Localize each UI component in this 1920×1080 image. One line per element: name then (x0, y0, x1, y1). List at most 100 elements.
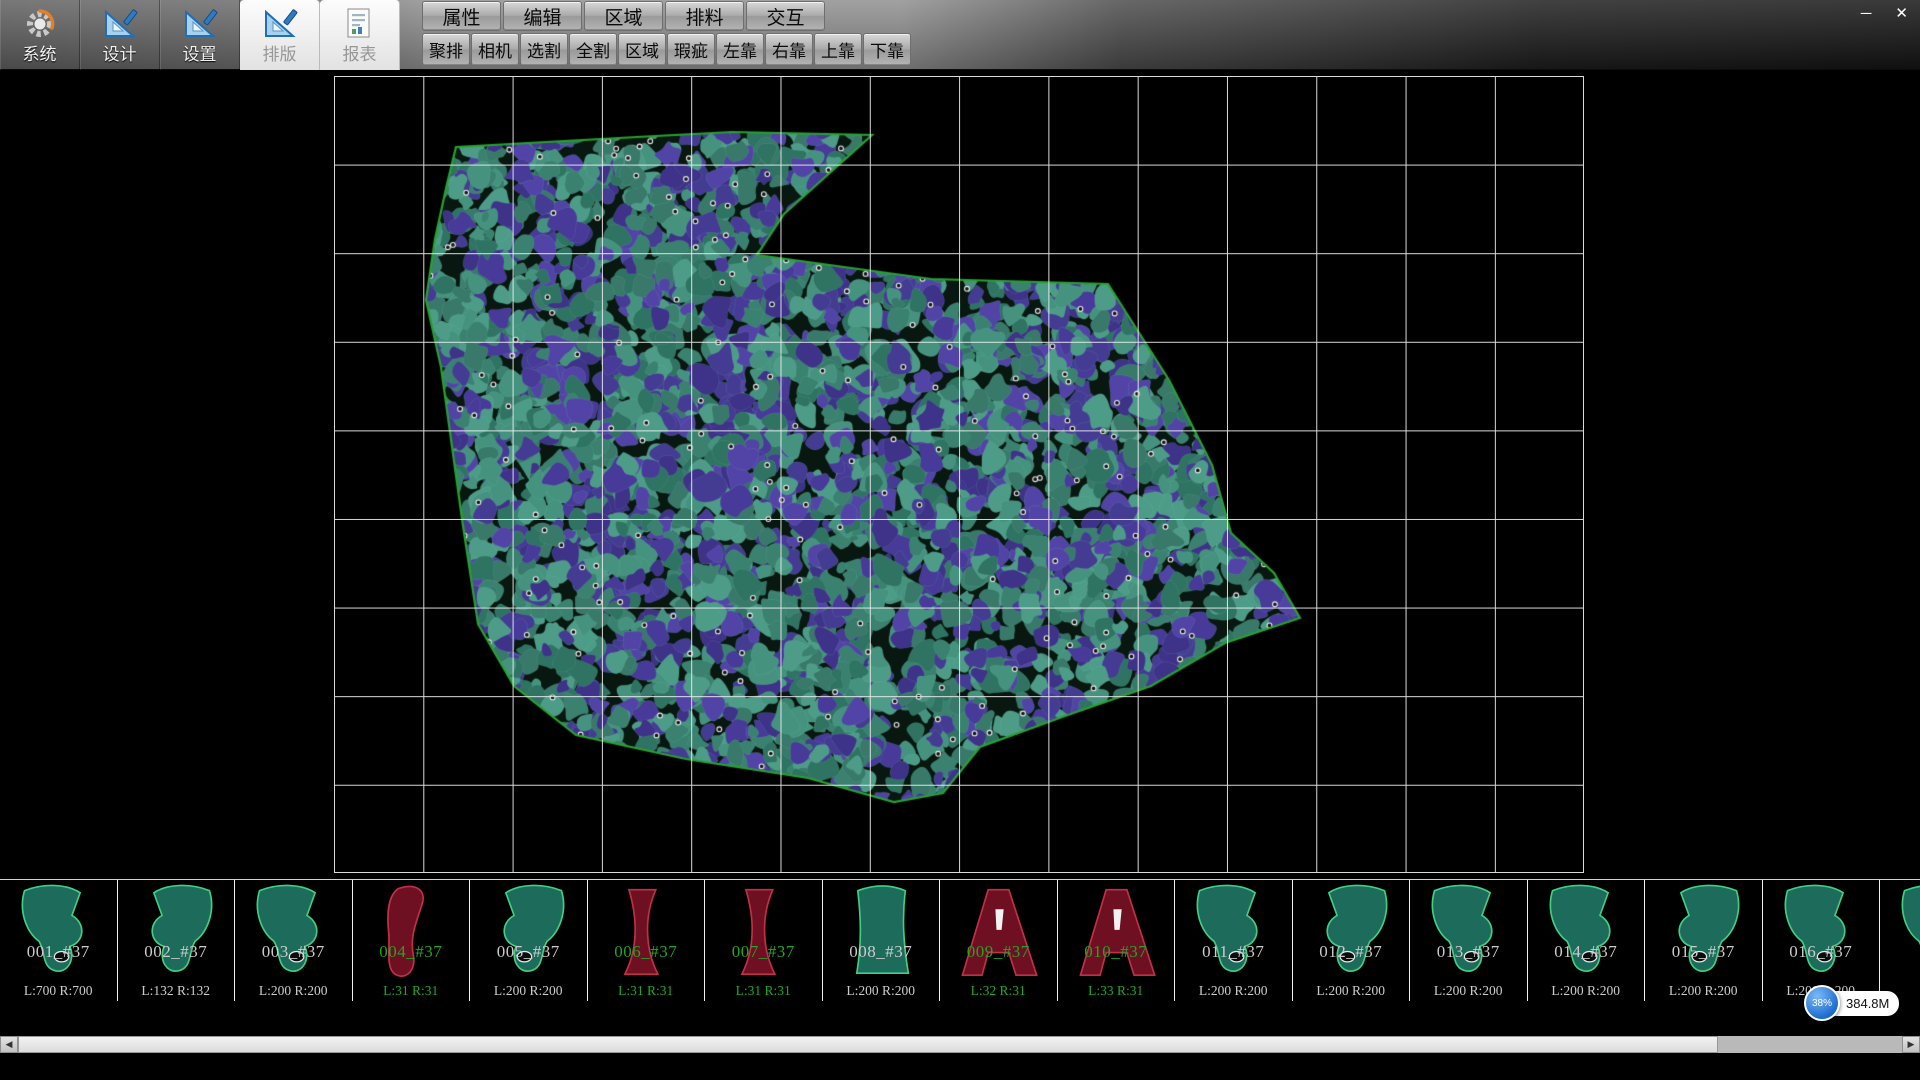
piece-thumbnail (831, 882, 931, 988)
menu-bar: 属性编辑区域排料交互 聚排相机选割全割区域瑕疵左靠右靠上靠下靠 (422, 0, 911, 66)
app-button-1[interactable]: 系统 (0, 0, 80, 70)
piece-thumbnail (1536, 882, 1636, 988)
piece-count-label: L:31 R:31 (705, 983, 822, 999)
titlebar: 系统设计设置排版报表 属性编辑区域排料交互 聚排相机选割全割区域瑕疵左靠右靠上靠… (0, 0, 1920, 70)
progress-value: 38% (1812, 998, 1832, 1009)
minimize-button[interactable]: ─ (1857, 4, 1876, 23)
tool-item-6[interactable]: 瑕疵 (667, 33, 715, 66)
piece-id: 003_#37 (235, 942, 352, 962)
progress-badge: 38% (1804, 985, 1840, 1021)
thumbnail-cell[interactable]: 013_#37 L:200 R:200 (1410, 880, 1528, 1001)
tool-item-3[interactable]: 选割 (520, 33, 568, 66)
piece-count-label: L:132 R:132 (118, 983, 235, 999)
scroll-right-arrow[interactable]: ▶ (1902, 1036, 1920, 1053)
menu-row-1: 属性编辑区域排料交互 (422, 1, 911, 31)
app-button-3[interactable]: 设置 (160, 0, 240, 70)
tool-item-7[interactable]: 左靠 (716, 33, 764, 66)
menu-row-2: 聚排相机选割全割区域瑕疵左靠右靠上靠下靠 (422, 33, 911, 66)
app-button-5[interactable]: 报表 (320, 0, 400, 70)
piece-count-label: L:32 R:31 (940, 983, 1057, 999)
tool-item-10[interactable]: 下靠 (863, 33, 911, 66)
piece-id: 009_#37 (940, 942, 1057, 962)
piece-id: 001_#37 (0, 942, 117, 962)
app-button-label: 报表 (343, 46, 377, 63)
app-button-label: 系统 (23, 46, 57, 63)
piece-thumbnail (1888, 882, 1920, 988)
piece-count-label: L:33 R:31 (1058, 983, 1175, 999)
piece-id: 004_#37 (353, 942, 470, 962)
piece-thumbnail (478, 882, 578, 988)
menu-item-3[interactable]: 区域 (584, 1, 663, 31)
piece-count-label: L:31 R:31 (353, 983, 470, 999)
tool-item-2[interactable]: 相机 (471, 33, 519, 66)
thumbnail-cell[interactable]: 014_#37L:200 R:200 (1528, 880, 1646, 1001)
thumbnail-cell[interactable]: 016_#37L:200 R:200 (1763, 880, 1881, 1001)
menu-item-4[interactable]: 排料 (665, 1, 744, 31)
piece-id: 010_#37 (1058, 942, 1175, 962)
thumbnail-cell[interactable]: 002_#37 L:132 R:132 (118, 880, 236, 1001)
app-nav: 系统 设计 设置排版 报表 (0, 0, 400, 70)
piece-id: 008_#37 (823, 942, 940, 962)
menu-item-5[interactable]: 交互 (746, 1, 825, 31)
piece-id: 006_#37 (588, 942, 705, 962)
piece-count-label: L:200 R:200 (1410, 983, 1527, 999)
tool-item-4[interactable]: 全割 (569, 33, 617, 66)
thumbnail-cell[interactable]: 012_#37 L:200 R:200 (1293, 880, 1411, 1001)
piece-thumbnail (1653, 882, 1753, 988)
thumbnail-cell[interactable]: 004_#37 L:31 R:31 (353, 880, 471, 1001)
app-button-2[interactable]: 设计 (80, 0, 160, 70)
thumbnail-cell[interactable]: 007_#37 L:31 R:31 (705, 880, 823, 1001)
close-button[interactable]: ✕ (1891, 4, 1912, 23)
thumbnail-strip: 001_#37L:700 R:700002_#37L:132 R:132003_… (0, 879, 1920, 1001)
nesting-canvas[interactable] (0, 70, 1920, 879)
horizontal-scrollbar[interactable]: ◀ ▶ (0, 1036, 1920, 1053)
thumbnail-cell[interactable]: 015_#37L:200 R:200 (1645, 880, 1763, 1001)
app-button-4[interactable]: 排版 (240, 0, 320, 70)
piece-id: 014_#37 (1528, 942, 1645, 962)
tool-item-9[interactable]: 上靠 (814, 33, 862, 66)
tool-item-1[interactable]: 聚排 (422, 33, 470, 66)
piece-count-label: L:200 R:200 (823, 983, 940, 999)
menu-item-2[interactable]: 编辑 (503, 1, 582, 31)
piece-id: 005_#37 (470, 942, 587, 962)
piece-count-label: L:200 R:200 (1293, 983, 1410, 999)
piece-thumbnail (596, 882, 696, 988)
piece-count-label: L:31 R:31 (588, 983, 705, 999)
piece-id: 013_#37 (1410, 942, 1527, 962)
tool-item-5[interactable]: 区域 (618, 33, 666, 66)
thumbnail-cell[interactable]: 001_#37 L:700 R:700 (0, 880, 118, 1001)
piece-count-label: L:200 R:200 (470, 983, 587, 999)
thumbnail-cell[interactable]: 008_#37 L:200 R:200 (823, 880, 941, 1001)
thumbnail-cell[interactable]: 010_#37 L:33 R:31 (1058, 880, 1176, 1001)
scrollbar-track[interactable] (1718, 1036, 1902, 1053)
app-button-label: 设计 (103, 46, 137, 63)
piece-thumbnail (1183, 882, 1283, 988)
scroll-left-arrow[interactable]: ◀ (0, 1036, 18, 1053)
scrollbar-thumb[interactable] (18, 1036, 1718, 1053)
piece-count-label: L:700 R:700 (0, 983, 117, 999)
report-icon (344, 7, 376, 43)
thumbnail-cell[interactable]: 005_#37 L:200 R:200 (470, 880, 588, 1001)
piece-thumbnail (1418, 882, 1518, 988)
thumbnail-cell[interactable]: 009_#37 L:32 R:31 (940, 880, 1058, 1001)
piece-thumbnail (8, 882, 108, 988)
thumbnail-cell[interactable]: 011_#37L:200 R:200 (1175, 880, 1293, 1001)
set-square-icon (182, 7, 218, 43)
piece-thumbnail (243, 882, 343, 988)
piece-id: 002_#37 (118, 942, 235, 962)
thumbnail-cell[interactable]: 003_#37L:200 R:200 (235, 880, 353, 1001)
piece-thumbnail (948, 882, 1048, 988)
gear-icon (23, 7, 57, 43)
menu-item-1[interactable]: 属性 (422, 1, 501, 31)
thumbnail-cell[interactable]: 006_#37 L:31 R:31 (588, 880, 706, 1001)
piece-id: 012_#37 (1293, 942, 1410, 962)
thumbnail-cell[interactable] (1880, 880, 1920, 1001)
set-square-icon (102, 7, 138, 43)
piece-thumbnail (713, 882, 813, 988)
piece-thumbnail (1301, 882, 1401, 988)
tool-item-8[interactable]: 右靠 (765, 33, 813, 66)
piece-id: 007_#37 (705, 942, 822, 962)
app-button-label: 排版 (263, 46, 297, 63)
workspace (0, 70, 1920, 879)
piece-thumbnail (1066, 882, 1166, 988)
